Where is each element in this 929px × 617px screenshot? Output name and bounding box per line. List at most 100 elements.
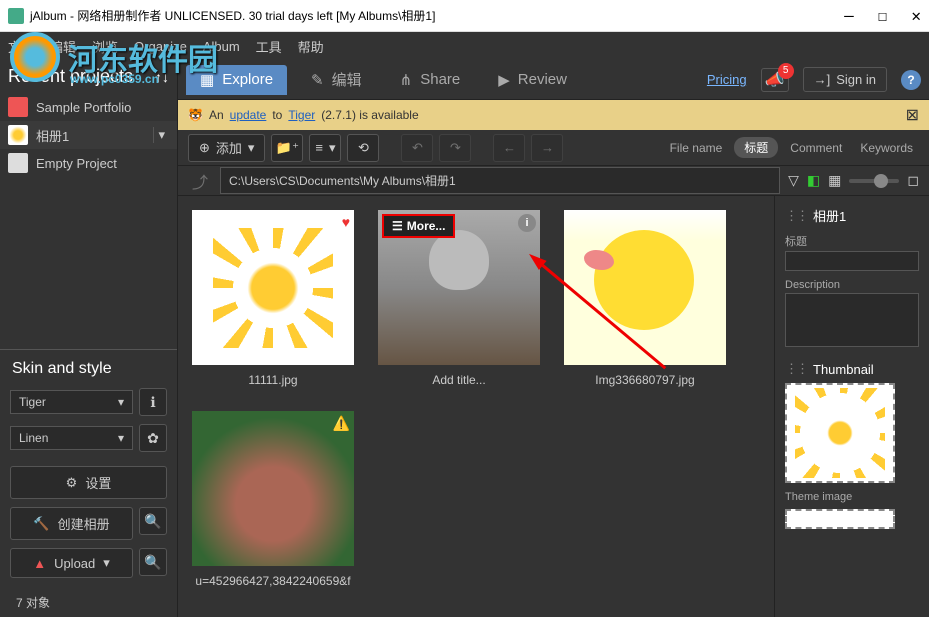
col-keywords[interactable]: Keywords [854, 141, 919, 155]
thumbnail-preview[interactable] [785, 383, 895, 483]
detail-title: 相册1 [785, 206, 919, 225]
chevron-down-icon: ▾ [329, 140, 336, 156]
description-input[interactable] [785, 293, 919, 347]
col-filename[interactable]: File name [664, 141, 729, 155]
app-icon [8, 8, 24, 24]
skin-info-button[interactable]: ℹ [139, 388, 167, 416]
theme-image-preview[interactable] [785, 509, 895, 529]
title-input[interactable] [785, 251, 919, 271]
add-button[interactable]: ⊕ 添加 ▾ [188, 134, 265, 162]
slider-knob[interactable] [874, 174, 888, 188]
thumb-image[interactable] [564, 210, 726, 365]
create-album-button[interactable]: 🔨 创建相册 [10, 507, 133, 540]
notifications-button[interactable]: 📣 5 [761, 68, 789, 92]
redo-button[interactable]: ↷ [439, 134, 471, 162]
thumb-card[interactable]: Img336680797.jpg [564, 210, 726, 387]
redo-icon: ↷ [450, 140, 461, 156]
preview-button[interactable]: 🔍 [139, 507, 167, 535]
undo-icon: ↶ [412, 140, 423, 156]
menu-file[interactable]: 文件 [8, 37, 34, 56]
path-input[interactable]: C:\Users\CS\Documents\My Albums\相册1 [220, 167, 780, 194]
tab-share[interactable]: ⋔ Share [386, 65, 475, 95]
prev-button[interactable]: ← [493, 134, 525, 162]
chevron-down-icon: ▾ [248, 140, 255, 156]
project-album1[interactable]: 相册1 ▾ [0, 121, 177, 149]
info-icon[interactable]: i [518, 214, 536, 232]
pricing-link[interactable]: Pricing [707, 72, 747, 87]
menu-organize[interactable]: Organize [134, 39, 187, 54]
tiger-icon: 🐯 [188, 108, 203, 122]
menu-album[interactable]: Album [203, 39, 240, 54]
infobar-prefix: An [209, 108, 224, 122]
warning-icon[interactable]: ⚠️ [333, 415, 350, 432]
toolbar: ⊕ 添加 ▾ 📁⁺ ≡▾ ⟲ ↶ ↷ ← → File name 标题 Comm… [178, 130, 929, 166]
project-label: 相册1 [36, 126, 69, 145]
upload-button[interactable]: ▲ Upload ▾ [10, 548, 133, 578]
window-title: jAlbum - 网络相册制作者 UNLICENSED. 30 trial da… [30, 7, 435, 24]
heart-icon[interactable]: ♥ [342, 214, 350, 230]
sort-icon[interactable]: ↑↓ [155, 69, 169, 85]
menu-help[interactable]: 帮助 [298, 37, 324, 56]
more-label: More... [407, 219, 446, 233]
style-settings-button[interactable]: ✿ [139, 424, 167, 452]
col-title[interactable]: 标题 [734, 137, 778, 158]
tab-explore[interactable]: ▦ Explore [186, 65, 287, 95]
person-icon[interactable]: ◻ [907, 172, 919, 189]
undo-button[interactable]: ↶ [401, 134, 433, 162]
maximize-button[interactable]: ☐ [878, 6, 888, 25]
thumb-caption: u=452966427,3842240659&f [195, 574, 350, 588]
rotate-button[interactable]: ⟲ [347, 134, 379, 162]
main-area: ▦ Explore ✎ 编辑 ⋔ Share ▶ Review Pricing … [178, 60, 929, 617]
tiger-link[interactable]: Tiger [288, 108, 315, 122]
search-button[interactable]: 🔍 [139, 548, 167, 576]
menu-tools[interactable]: 工具 [256, 37, 282, 56]
thumb-card[interactable]: ☰ More... i Add title... [378, 210, 540, 387]
signin-button[interactable]: →] Sign in [803, 67, 887, 92]
settings-label: 设置 [85, 473, 111, 492]
signin-label: Sign in [836, 72, 876, 87]
menu-browse[interactable]: 浏览 [92, 37, 118, 56]
grid-icon[interactable]: ▦ [828, 172, 841, 189]
thumb-image[interactable]: ☰ More... i [378, 210, 540, 365]
thumb-card[interactable]: ⚠️ u=452966427,3842240659&f [192, 411, 354, 588]
project-sample-portfolio[interactable]: Sample Portfolio [0, 93, 177, 121]
thumb-image[interactable]: ♥ [192, 210, 354, 365]
filter-icon[interactable]: ▽ [788, 172, 799, 189]
new-folder-button[interactable]: 📁⁺ [271, 134, 303, 162]
zoom-slider[interactable] [849, 179, 899, 183]
folder-plus-icon: 📁⁺ [276, 140, 299, 156]
minimize-button[interactable]: — [844, 6, 854, 25]
back-button[interactable]: ⤴ [188, 169, 212, 193]
update-link[interactable]: update [230, 108, 267, 122]
style-value: Linen [19, 431, 48, 445]
properties-button[interactable]: ≡▾ [309, 134, 341, 162]
upload-label: Upload [54, 556, 95, 571]
sun-icon [795, 388, 885, 478]
tab-review[interactable]: ▶ Review [484, 65, 581, 95]
style-select[interactable]: Linen ▾ [10, 426, 133, 450]
menu-edit[interactable]: 编辑 [50, 37, 76, 56]
close-button[interactable]: ✕ [911, 6, 921, 25]
skin-select[interactable]: Tiger▾ [10, 390, 133, 414]
project-empty[interactable]: Empty Project [0, 149, 177, 177]
settings-button[interactable]: ⚙ 设置 [10, 466, 167, 499]
infobar-close-icon[interactable]: ⊠ [906, 105, 919, 125]
col-comment[interactable]: Comment [784, 141, 848, 155]
signin-icon: →] [814, 72, 831, 87]
thumb-caption[interactable]: Add title... [432, 373, 485, 387]
tab-label: 编辑 [332, 69, 362, 90]
recent-projects-label: Recent projects [8, 66, 133, 87]
next-button[interactable]: → [531, 134, 563, 162]
tab-edit[interactable]: ✎ 编辑 [297, 63, 376, 96]
project-label: Empty Project [36, 156, 117, 171]
gear-icon: ⚙ [66, 475, 78, 491]
marker-icon[interactable]: ◧ [807, 172, 820, 189]
help-button[interactable]: ? [901, 70, 921, 90]
hammer-icon: 🔨 [33, 516, 49, 532]
more-button[interactable]: ☰ More... [382, 214, 455, 238]
thumb-card[interactable]: ♥ 11111.jpg [192, 210, 354, 387]
thumb-image[interactable]: ⚠️ [192, 411, 354, 566]
project-dropdown-icon[interactable]: ▾ [153, 127, 169, 143]
chevron-down-icon: ▾ [118, 431, 124, 445]
grid-icon: ▦ [200, 71, 214, 89]
